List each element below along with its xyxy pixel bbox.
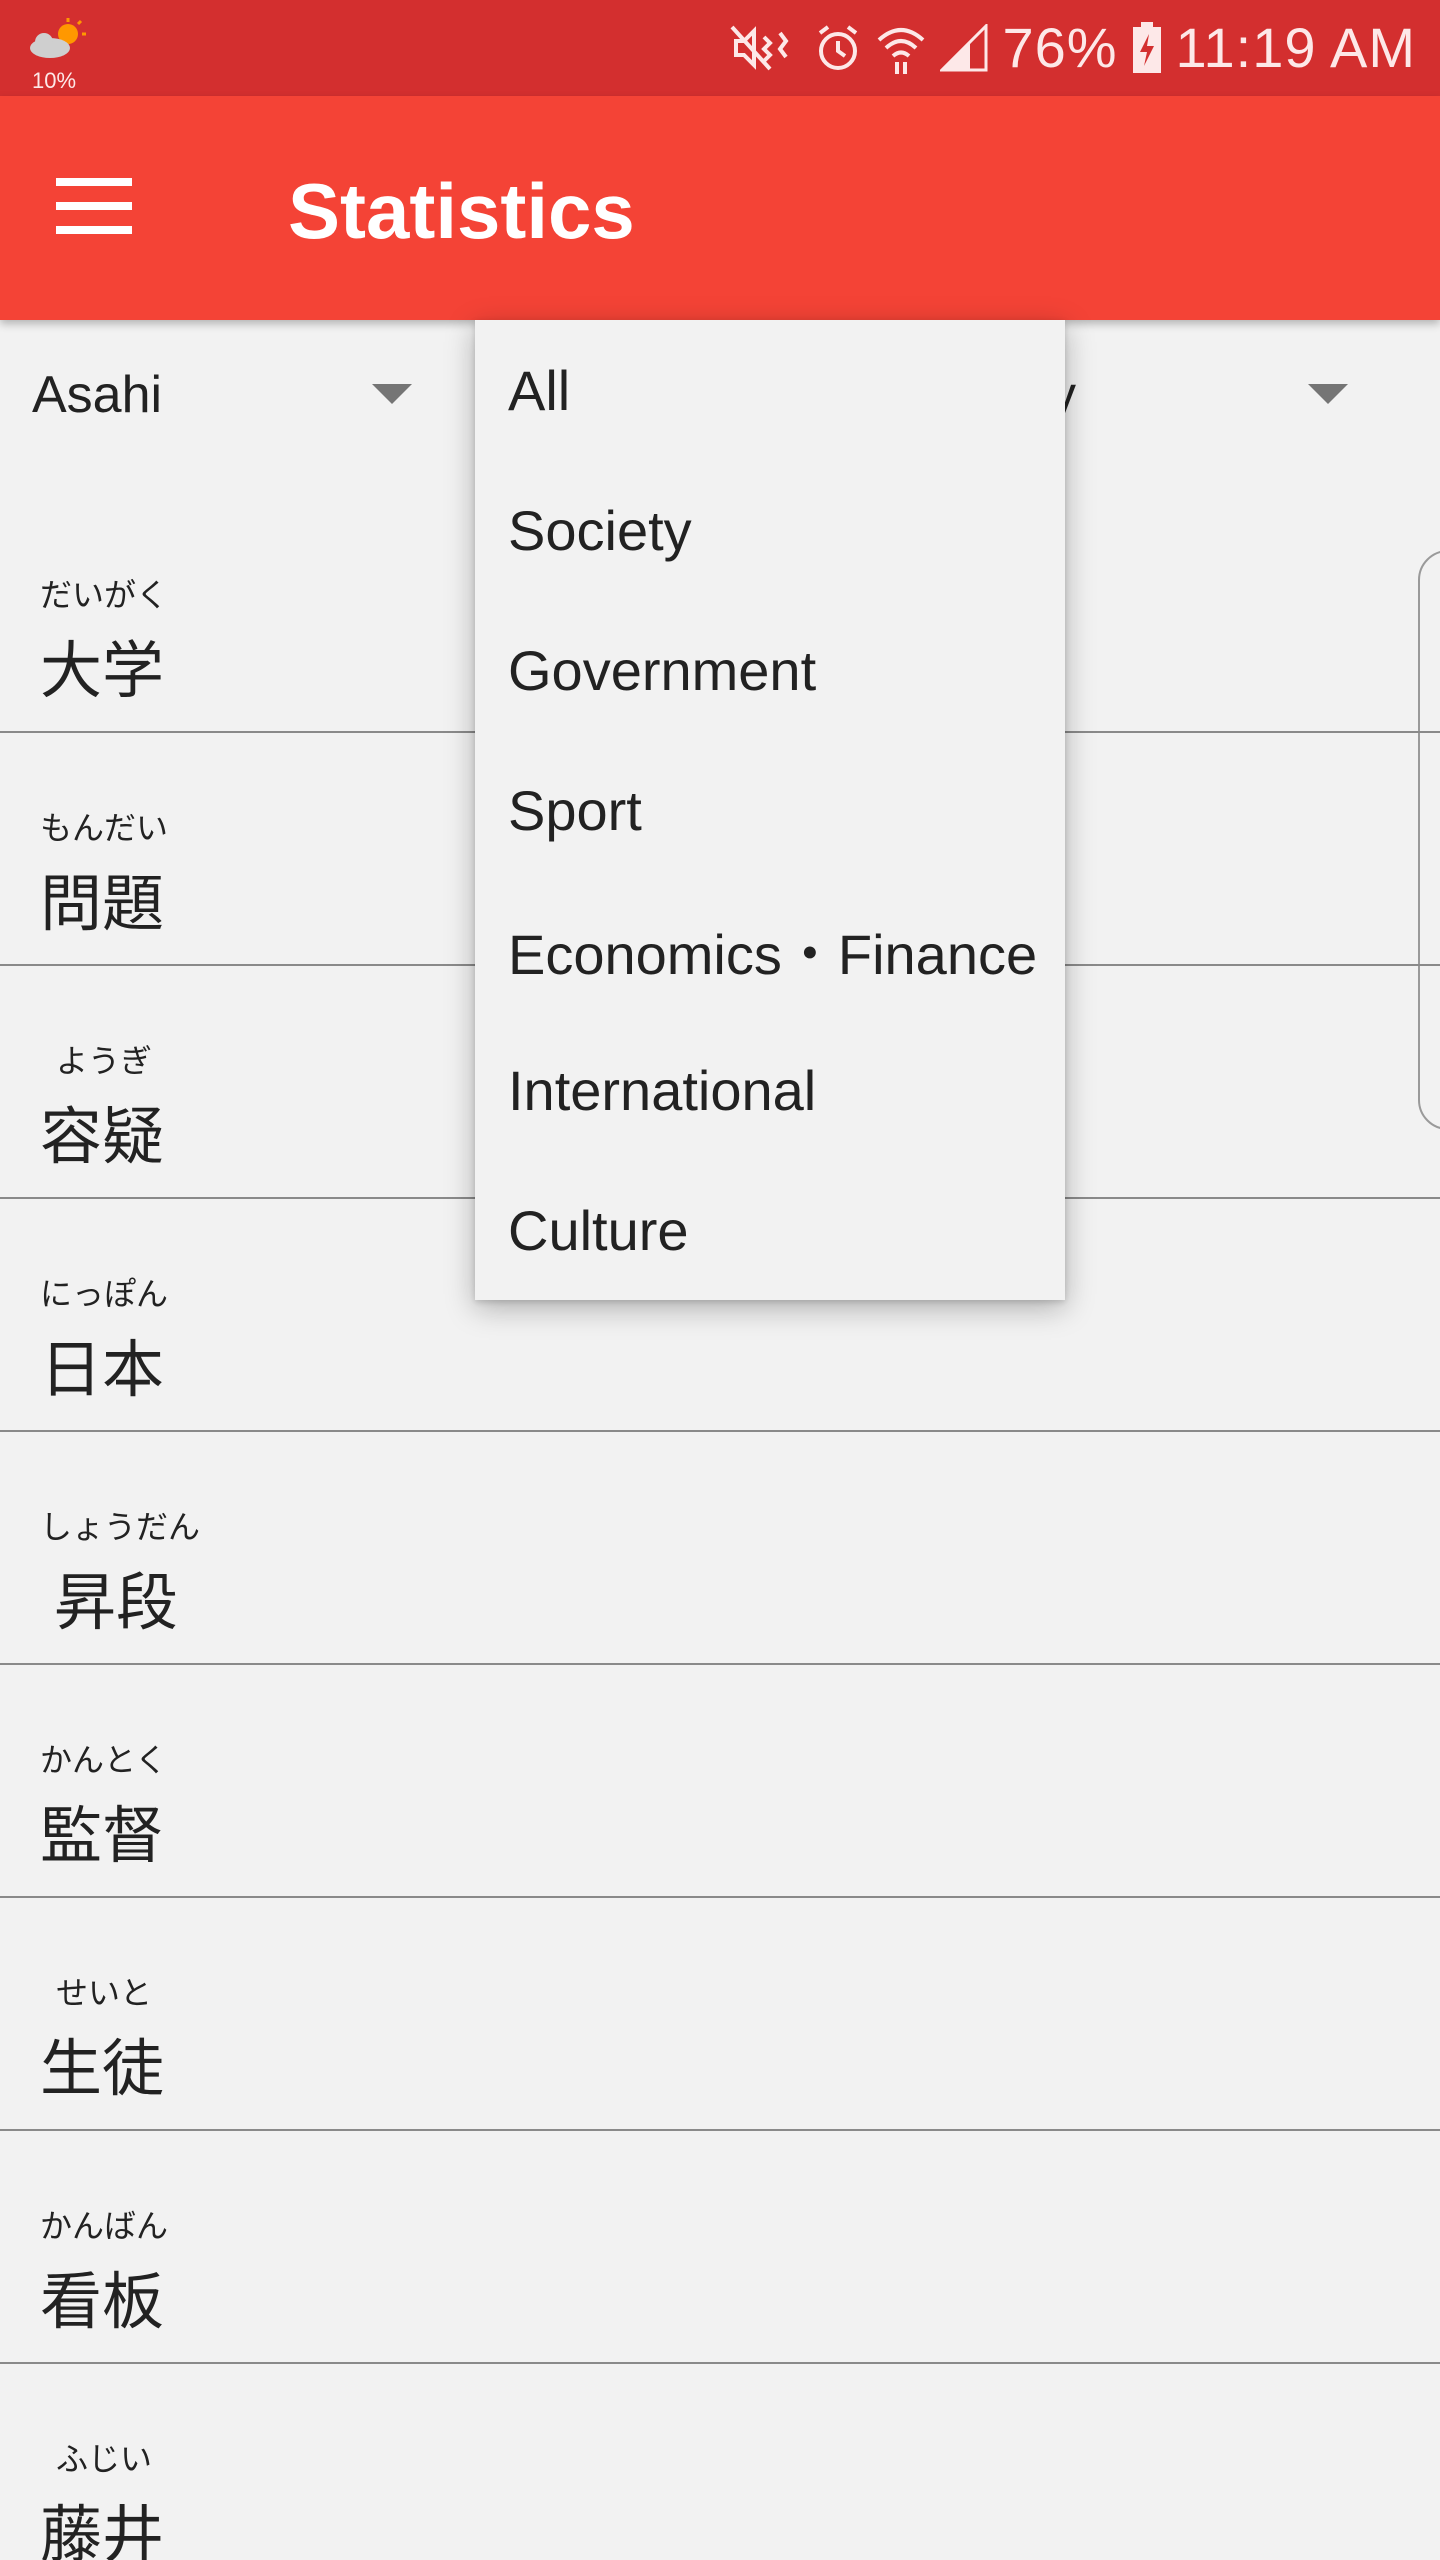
dropdown-option-international[interactable]: International (475, 1020, 1065, 1160)
word-kanji: 問題 (40, 870, 165, 939)
signal-icon (940, 24, 988, 72)
clock: 11:19 AM (1175, 16, 1416, 79)
category-dropdown-menu: All Society Government Sport Economics・F… (475, 320, 1065, 1300)
wifi-icon (878, 28, 925, 74)
dropdown-arrow-icon (1308, 384, 1348, 404)
list-item[interactable]: かんばん 看板 (0, 2131, 1440, 2364)
word-reading: もんだい (40, 810, 169, 846)
list-item[interactable]: せいと 生徒 (0, 1898, 1440, 2131)
list-item[interactable]: しょうだん 昇段 (0, 1432, 1440, 1665)
word-reading: しょうだん (40, 1509, 201, 1545)
battery-percent: 76% (1002, 16, 1118, 79)
status-bar: 10% 76% 11:19 AM (0, 0, 1440, 96)
word-kanji: 日本 (40, 1336, 165, 1405)
word-reading: だいがく (40, 577, 169, 613)
menu-bar-line (56, 202, 132, 210)
menu-bar-line (56, 178, 132, 186)
dropdown-arrow-icon (372, 384, 412, 404)
dropdown-option-sport[interactable]: Sport (475, 740, 1065, 880)
battery-charging-icon (1132, 22, 1161, 73)
word-kanji: 看板 (40, 2268, 165, 2337)
cloud-sun-icon: 10% (24, 18, 94, 93)
dropdown-option-society[interactable]: Society (475, 460, 1065, 600)
word-kanji: 生徒 (40, 2035, 165, 2104)
dropdown-option-government[interactable]: Government (475, 600, 1065, 740)
list-item[interactable]: ふじい 藤井 (0, 2364, 1440, 2560)
app-bar: Statistics (0, 96, 1440, 320)
word-kanji: 昇段 (54, 1569, 179, 1638)
menu-bar-line (56, 226, 132, 234)
word-kanji: 容疑 (40, 1103, 165, 1172)
dropdown-option-all[interactable]: All (475, 320, 1065, 460)
word-reading: かんばん (40, 2208, 169, 2244)
dropdown-option-economics-finance[interactable]: Economics・Finance (475, 880, 1065, 1020)
word-kanji: 藤井 (40, 2501, 165, 2560)
mute-icon (730, 25, 789, 71)
weather-percent: 10% (32, 68, 77, 93)
word-reading: せいと (56, 1975, 153, 2011)
list-item[interactable]: かんとく 監督 (0, 1665, 1440, 1898)
word-reading: にっぽん (40, 1276, 169, 1312)
word-reading: ようぎ (56, 1043, 153, 1079)
status-icons: 76% 11:19 AM (730, 0, 1416, 96)
alarm-icon (819, 25, 858, 70)
word-reading: かんとく (40, 1742, 168, 1778)
word-kanji: 大学 (40, 637, 165, 706)
dropdown-option-culture[interactable]: Culture (475, 1160, 1065, 1300)
source-spinner-value: Asahi (32, 366, 163, 424)
word-kanji: 監督 (40, 1802, 165, 1871)
word-reading: ふじい (56, 2441, 153, 2477)
hamburger-menu-icon[interactable] (40, 156, 150, 256)
source-spinner[interactable]: Asahi (32, 320, 412, 470)
page-title: Statistics (288, 167, 635, 255)
